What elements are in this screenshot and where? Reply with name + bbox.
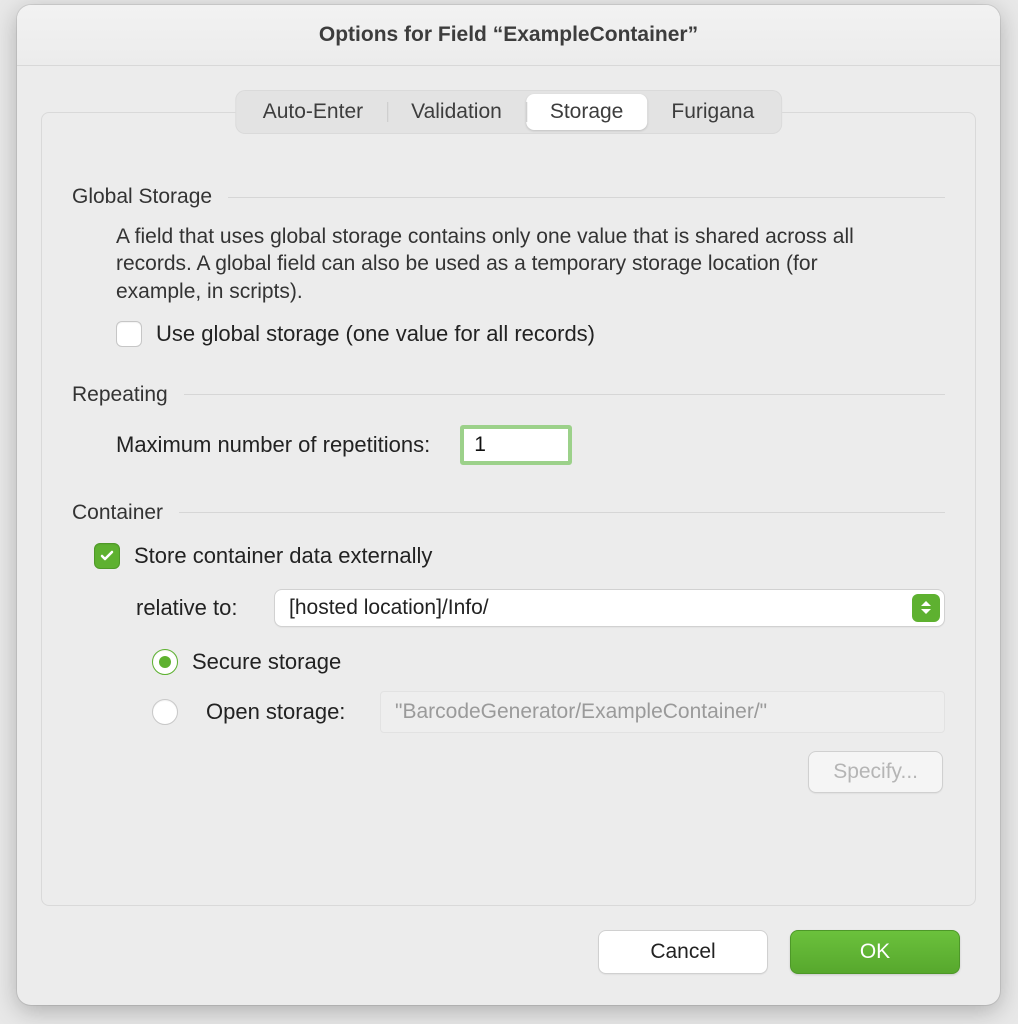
group-repeating: Repeating Maximum number of repetitions:… bbox=[72, 383, 945, 465]
open-storage-row: Open storage: "BarcodeGenerator/ExampleC… bbox=[152, 691, 945, 733]
relative-to-label: relative to: bbox=[136, 595, 256, 621]
open-storage-path-value: "BarcodeGenerator/ExampleContainer/" bbox=[395, 700, 767, 724]
relative-to-value: [hosted location]/Info/ bbox=[289, 596, 489, 620]
divider bbox=[228, 197, 945, 198]
use-global-checkbox[interactable] bbox=[116, 321, 142, 347]
secure-storage-radio[interactable] bbox=[152, 649, 178, 675]
group-header: Container bbox=[72, 501, 945, 525]
open-storage-label: Open storage: bbox=[206, 699, 366, 725]
open-storage-radio[interactable] bbox=[152, 699, 178, 725]
ok-button[interactable]: OK bbox=[790, 930, 960, 974]
store-externally-row: Store container data externally bbox=[94, 543, 945, 569]
divider bbox=[184, 394, 945, 395]
global-storage-heading: Global Storage bbox=[72, 185, 212, 209]
repeating-heading: Repeating bbox=[72, 383, 168, 407]
dialog-content: Auto-Enter Validation Storage Furigana G… bbox=[17, 66, 1000, 1005]
group-global-storage: Global Storage A field that uses global … bbox=[72, 185, 945, 347]
global-storage-description: A field that uses global storage contain… bbox=[116, 223, 876, 305]
tab-panel: Global Storage A field that uses global … bbox=[41, 112, 976, 906]
store-externally-checkbox[interactable] bbox=[94, 543, 120, 569]
tab-furigana[interactable]: Furigana bbox=[647, 94, 778, 130]
chevron-up-down-icon bbox=[912, 594, 940, 622]
cancel-button[interactable]: Cancel bbox=[598, 930, 768, 974]
store-externally-label: Store container data externally bbox=[134, 543, 432, 569]
tab-auto-enter[interactable]: Auto-Enter bbox=[239, 94, 387, 130]
specify-button[interactable]: Specify... bbox=[808, 751, 943, 793]
max-repetitions-row: Maximum number of repetitions: 1 bbox=[116, 425, 945, 465]
tab-strip: Auto-Enter Validation Storage Furigana bbox=[235, 90, 783, 134]
divider bbox=[179, 512, 945, 513]
relative-to-dropdown[interactable]: [hosted location]/Info/ bbox=[274, 589, 945, 627]
use-global-row: Use global storage (one value for all re… bbox=[116, 321, 945, 347]
max-repetitions-value: 1 bbox=[474, 433, 486, 457]
secure-storage-label: Secure storage bbox=[192, 649, 341, 675]
relative-to-row: relative to: [hosted location]/Info/ bbox=[136, 589, 945, 627]
container-heading: Container bbox=[72, 501, 163, 525]
secure-storage-row: Secure storage bbox=[152, 649, 945, 675]
group-header: Repeating bbox=[72, 383, 945, 407]
open-storage-path-field: "BarcodeGenerator/ExampleContainer/" bbox=[380, 691, 945, 733]
tab-storage[interactable]: Storage bbox=[526, 94, 648, 130]
tab-validation[interactable]: Validation bbox=[387, 94, 526, 130]
dialog-window: Options for Field “ExampleContainer” Aut… bbox=[17, 5, 1000, 1005]
use-global-label: Use global storage (one value for all re… bbox=[156, 321, 595, 347]
dialog-title: Options for Field “ExampleContainer” bbox=[17, 5, 1000, 66]
dialog-footer: Cancel OK bbox=[598, 930, 960, 974]
group-header: Global Storage bbox=[72, 185, 945, 209]
group-container: Container Store container data externall… bbox=[72, 501, 945, 793]
max-repetitions-input[interactable]: 1 bbox=[460, 425, 572, 465]
max-repetitions-label: Maximum number of repetitions: bbox=[116, 432, 430, 458]
specify-row: Specify... bbox=[72, 751, 945, 793]
storage-panel-body: Global Storage A field that uses global … bbox=[72, 185, 945, 881]
